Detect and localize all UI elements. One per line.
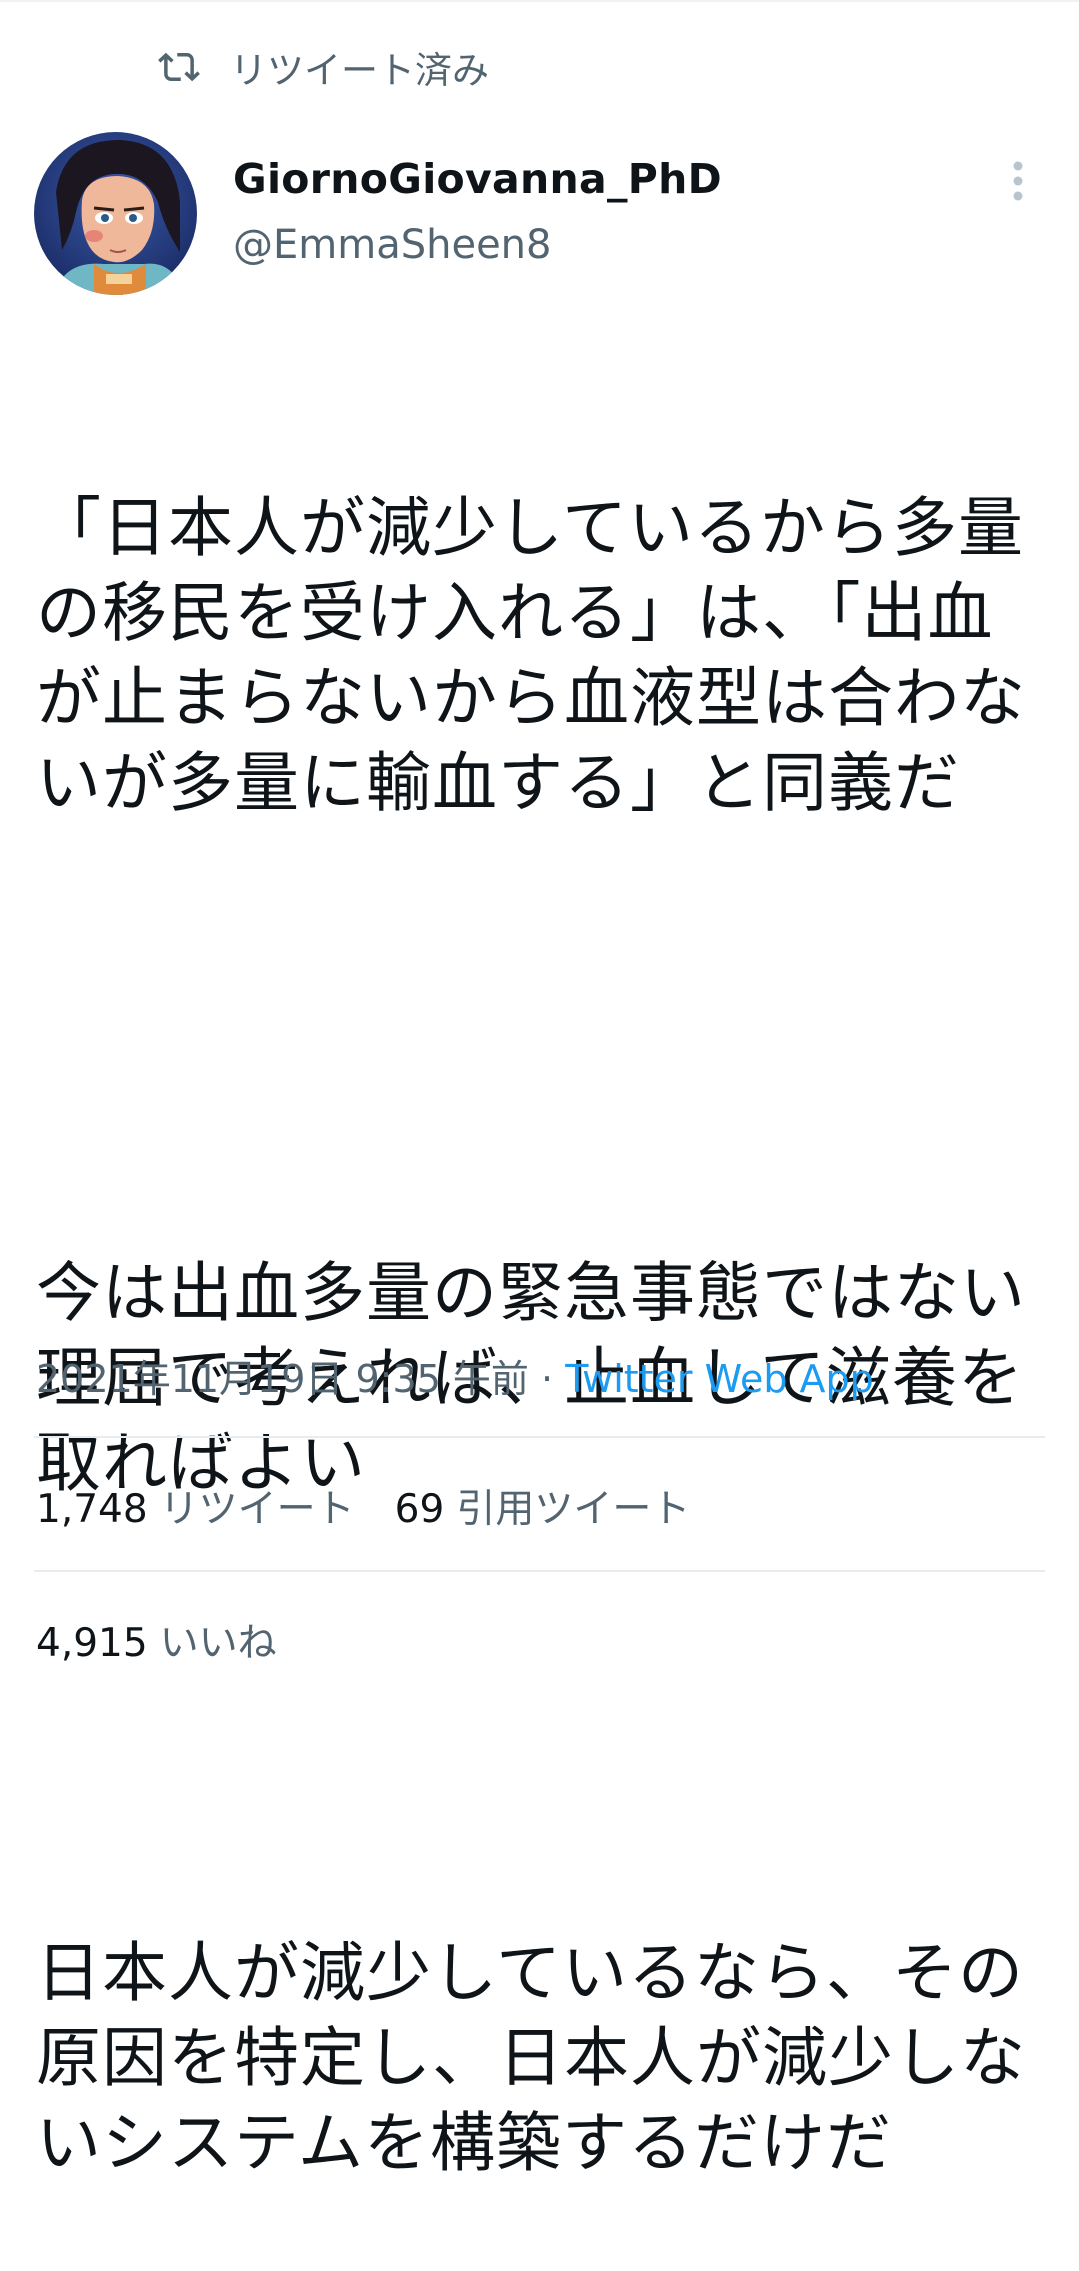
- quotes-label: 引用ツイート: [456, 1487, 691, 1532]
- likes-stats-row: 4,915 いいね: [36, 1612, 277, 1668]
- tweet-timestamp[interactable]: 2021年11月19日 9:35 午前: [36, 1357, 529, 1401]
- more-vertical-icon: [1013, 161, 1023, 201]
- divider: [34, 1570, 1045, 1572]
- more-options-button[interactable]: [1000, 158, 1036, 204]
- tweet-text: 「日本人が減少しているから多量の移民を受け入れる」は、「出血が止まらないから血液…: [36, 316, 1046, 2271]
- tweet-paragraph: 「日本人が減少しているから多量の移民を受け入れる」は、「出血が止まらないから血液…: [36, 491, 1027, 821]
- likes-count: 4,915: [36, 1621, 148, 1666]
- tweet-meta: 2021年11月19日 9:35 午前 · Twitter Web App: [36, 1348, 874, 1403]
- retweet-icon: [158, 46, 200, 88]
- avatar[interactable]: [34, 132, 197, 295]
- retweet-banner: リツイート済み: [158, 44, 489, 92]
- retweets-label: リツイート: [159, 1487, 355, 1532]
- quotes-stat[interactable]: 69 引用ツイート: [395, 1487, 691, 1532]
- retweets-stat[interactable]: 1,748 リツイート: [36, 1487, 355, 1532]
- likes-stat[interactable]: 4,915 いいね: [36, 1621, 277, 1666]
- tweet-source-link[interactable]: Twitter Web App: [565, 1357, 874, 1401]
- likes-label: いいね: [159, 1621, 277, 1666]
- retweets-count: 1,748: [36, 1487, 148, 1532]
- retweet-banner-label: リツイート済み: [230, 49, 489, 92]
- meta-separator: ·: [541, 1357, 554, 1401]
- author-handle[interactable]: @EmmaSheen8: [233, 222, 551, 268]
- top-border: [0, 0, 1079, 2]
- quotes-count: 69: [394, 1487, 445, 1532]
- retweet-stats-row: 1,748 リツイート 69 引用ツイート: [36, 1478, 690, 1534]
- divider: [34, 1436, 1045, 1438]
- author-display-name[interactable]: GiornoGiovanna_PhD: [233, 155, 722, 203]
- tweet-paragraph: 日本人が減少しているなら、その原因を特定し、日本人が減少しないシステムを構築する…: [36, 1936, 1027, 2181]
